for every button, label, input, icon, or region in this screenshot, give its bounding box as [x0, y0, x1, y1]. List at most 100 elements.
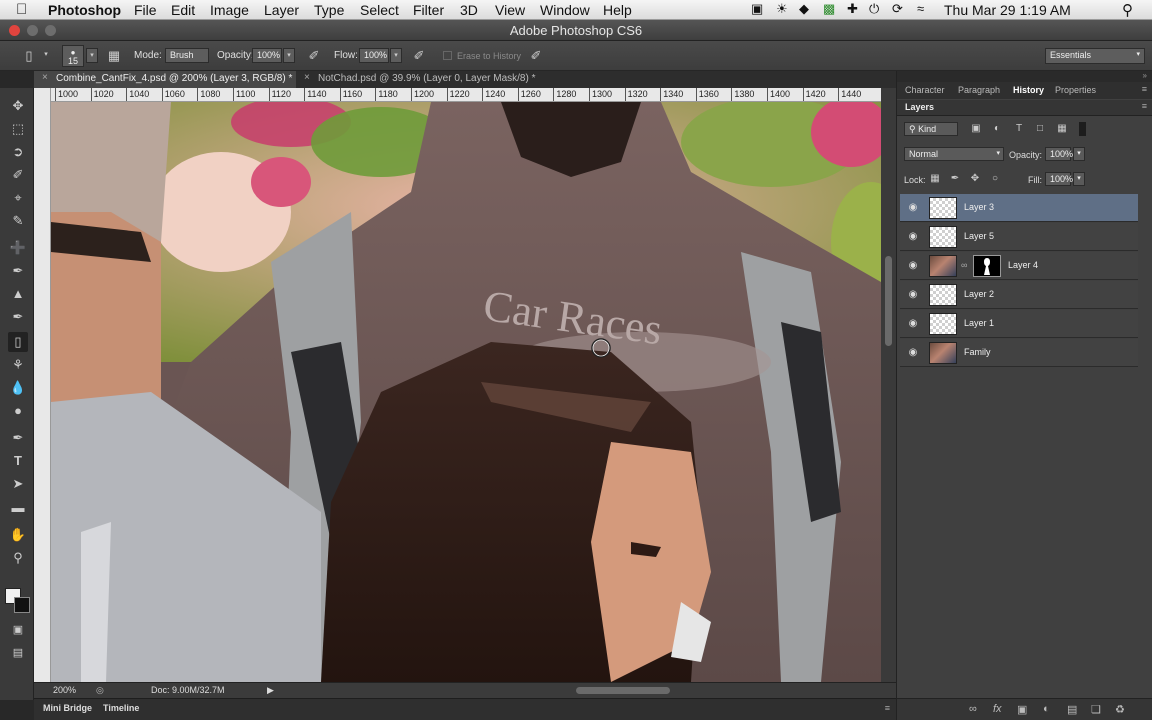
menu-edit[interactable]: Edit — [171, 2, 195, 18]
vertical-scrollbar[interactable] — [881, 88, 896, 682]
paint-bucket-tool-icon[interactable]: ⚘ — [8, 355, 28, 375]
layer-thumbnail[interactable] — [929, 226, 957, 248]
smart-object-filter-icon[interactable]: ▦ — [1056, 123, 1068, 135]
add-mask-icon[interactable]: ▣ — [1017, 703, 1027, 716]
layer-name[interactable]: Layer 2 — [964, 289, 994, 299]
layer-name[interactable]: Layer 5 — [964, 231, 994, 241]
new-group-icon[interactable]: ▤ — [1067, 703, 1077, 716]
preset-dropdown-icon[interactable]: ▾ — [40, 48, 52, 63]
layer-thumbnail[interactable] — [929, 313, 957, 335]
eye-icon[interactable]: ◉ — [907, 260, 919, 272]
type-tool-icon[interactable]: T — [8, 451, 28, 471]
spotlight-icon[interactable]: ⚲ — [1122, 1, 1133, 19]
close-tab-icon[interactable]: × — [42, 72, 48, 83]
clone-stamp-tool-icon[interactable]: ▲ — [8, 284, 28, 304]
power-icon[interactable]: ⏻ — [869, 1, 879, 17]
zoom-level[interactable]: 200% — [53, 685, 76, 695]
lock-position-icon[interactable]: ✥ — [969, 173, 981, 185]
quick-select-tool-icon[interactable]: ✐ — [8, 165, 28, 185]
status-menu-arrow-icon[interactable]: ▶ — [267, 685, 274, 696]
tab-timeline[interactable]: Timeline — [103, 703, 139, 713]
status-info-icon[interactable]: ◎ — [96, 685, 108, 696]
pressure-size-icon[interactable]: ✐ — [527, 47, 545, 65]
menu-type[interactable]: Type — [314, 2, 344, 18]
history-brush-tool-icon[interactable]: ✒ — [8, 307, 28, 327]
workspace-switcher[interactable]: Essentials ▾ — [1045, 48, 1145, 64]
layer-opacity-dropdown-icon[interactable]: ▾ — [1073, 147, 1085, 161]
type-filter-icon[interactable]: T — [1013, 123, 1025, 135]
lock-all-icon[interactable]: ○ — [989, 173, 1001, 185]
lock-image-icon[interactable]: ✒ — [949, 173, 961, 185]
background-color-swatch[interactable] — [14, 597, 30, 613]
eraser-preset-icon[interactable]: ▯ — [20, 47, 38, 65]
menu-photoshop[interactable]: Photoshop — [48, 2, 121, 18]
flow-dropdown-icon[interactable]: ▾ — [390, 48, 402, 63]
dodge-tool-icon[interactable]: ● — [8, 401, 28, 421]
menu-image[interactable]: Image — [210, 2, 249, 18]
airbrush-icon[interactable]: ✐ — [410, 47, 428, 65]
layer-kind-filter[interactable]: ⚲ Kind — [904, 122, 958, 136]
lock-transparent-icon[interactable]: ▦ — [929, 173, 941, 185]
brightness-icon[interactable]: ☀ — [776, 1, 788, 17]
panel-menu-icon[interactable]: ≡ — [885, 703, 890, 713]
tab-properties[interactable]: Properties — [1055, 85, 1096, 95]
layer-row-layer-2[interactable]: ◉ Layer 2 — [900, 281, 1138, 309]
layer-row-layer-4[interactable]: ◉ ∞ Layer 4 — [900, 252, 1138, 280]
new-layer-icon[interactable]: ❏ — [1091, 703, 1101, 716]
layer-thumbnail[interactable] — [929, 342, 957, 364]
layer-mask-thumbnail[interactable] — [973, 255, 1001, 277]
menu-3d[interactable]: 3D — [460, 2, 478, 18]
menu-select[interactable]: Select — [360, 2, 399, 18]
link-layers-icon[interactable]: ∞ — [969, 703, 977, 715]
eye-icon[interactable]: ◉ — [907, 202, 919, 214]
zoom-tool-icon[interactable]: ⚲ — [8, 548, 28, 568]
plus-icon[interactable]: ✚ — [847, 1, 858, 17]
pixel-filter-icon[interactable]: ▣ — [970, 123, 982, 135]
tab-notchad[interactable]: × NotChad.psd @ 39.9% (Layer 0, Layer Ma… — [296, 71, 566, 88]
menu-file[interactable]: File — [134, 2, 157, 18]
menubar-clock[interactable]: Thu Mar 29 1:19 AM — [944, 2, 1071, 18]
flow-input[interactable]: 100% — [359, 48, 389, 63]
menu-filter[interactable]: Filter — [413, 2, 444, 18]
layer-name[interactable]: Layer 3 — [964, 202, 994, 212]
lasso-tool-icon[interactable]: ➲ — [8, 142, 28, 162]
hand-tool-icon[interactable]: ✋ — [8, 525, 28, 545]
menu-layer[interactable]: Layer — [264, 2, 299, 18]
opacity-input[interactable]: 100% — [252, 48, 282, 63]
layer-thumbnail[interactable] — [929, 255, 957, 277]
layer-name[interactable]: Layer 4 — [1008, 260, 1038, 270]
fill-input[interactable]: 100% — [1045, 172, 1073, 186]
marquee-tool-icon[interactable]: ⬚ — [8, 119, 28, 139]
brush-panel-icon[interactable]: ▦ — [105, 47, 123, 65]
adjustment-layer-icon[interactable]: ◐ — [1043, 703, 1050, 715]
filter-toggle-switch[interactable] — [1079, 122, 1086, 136]
screen-mode-icon[interactable]: ▤ — [8, 643, 28, 663]
move-tool-icon[interactable]: ✥ — [8, 96, 28, 116]
horizontal-scroll-thumb[interactable] — [576, 687, 670, 694]
blend-mode-select[interactable]: Normal ▾ — [904, 147, 1004, 161]
tab-paragraph[interactable]: Paragraph — [958, 85, 1000, 95]
eyedropper-tool-icon[interactable]: ✎ — [8, 211, 28, 231]
apple-menu-icon[interactable]:  — [16, 1, 27, 18]
vertical-ruler[interactable] — [34, 88, 51, 682]
layer-row-layer-3[interactable]: ◉ Layer 3 — [900, 194, 1138, 222]
brush-size-dropdown-icon[interactable]: ▾ — [86, 48, 98, 63]
mask-link-icon[interactable]: ∞ — [961, 260, 967, 270]
quick-mask-icon[interactable]: ▣ — [8, 620, 28, 640]
sync-icon[interactable]: ⟳ — [892, 1, 903, 17]
layer-row-layer-5[interactable]: ◉ Layer 5 — [900, 223, 1138, 251]
shape-filter-icon[interactable]: □ — [1034, 123, 1046, 135]
menu-window[interactable]: Window — [540, 2, 590, 18]
opacity-dropdown-icon[interactable]: ▾ — [283, 48, 295, 63]
dropbox-icon[interactable]: ◆ — [799, 1, 809, 17]
tab-combine-cantfix[interactable]: × Combine_CantFix_4.psd @ 200% (Layer 3,… — [34, 71, 296, 88]
eye-icon[interactable]: ◉ — [907, 289, 919, 301]
wifi-icon[interactable]: ≈ — [917, 1, 924, 16]
document-canvas[interactable]: Car Races — [51, 102, 881, 682]
layers-menu-icon[interactable]: ≡ — [1142, 101, 1147, 111]
brush-tool-icon[interactable]: ✒ — [8, 261, 28, 281]
layer-name[interactable]: Layer 1 — [964, 318, 994, 328]
pressure-opacity-icon[interactable]: ✐ — [305, 47, 323, 65]
rectangle-tool-icon[interactable]: ▬ — [8, 498, 28, 518]
layer-row-layer-1[interactable]: ◉ Layer 1 — [900, 310, 1138, 338]
